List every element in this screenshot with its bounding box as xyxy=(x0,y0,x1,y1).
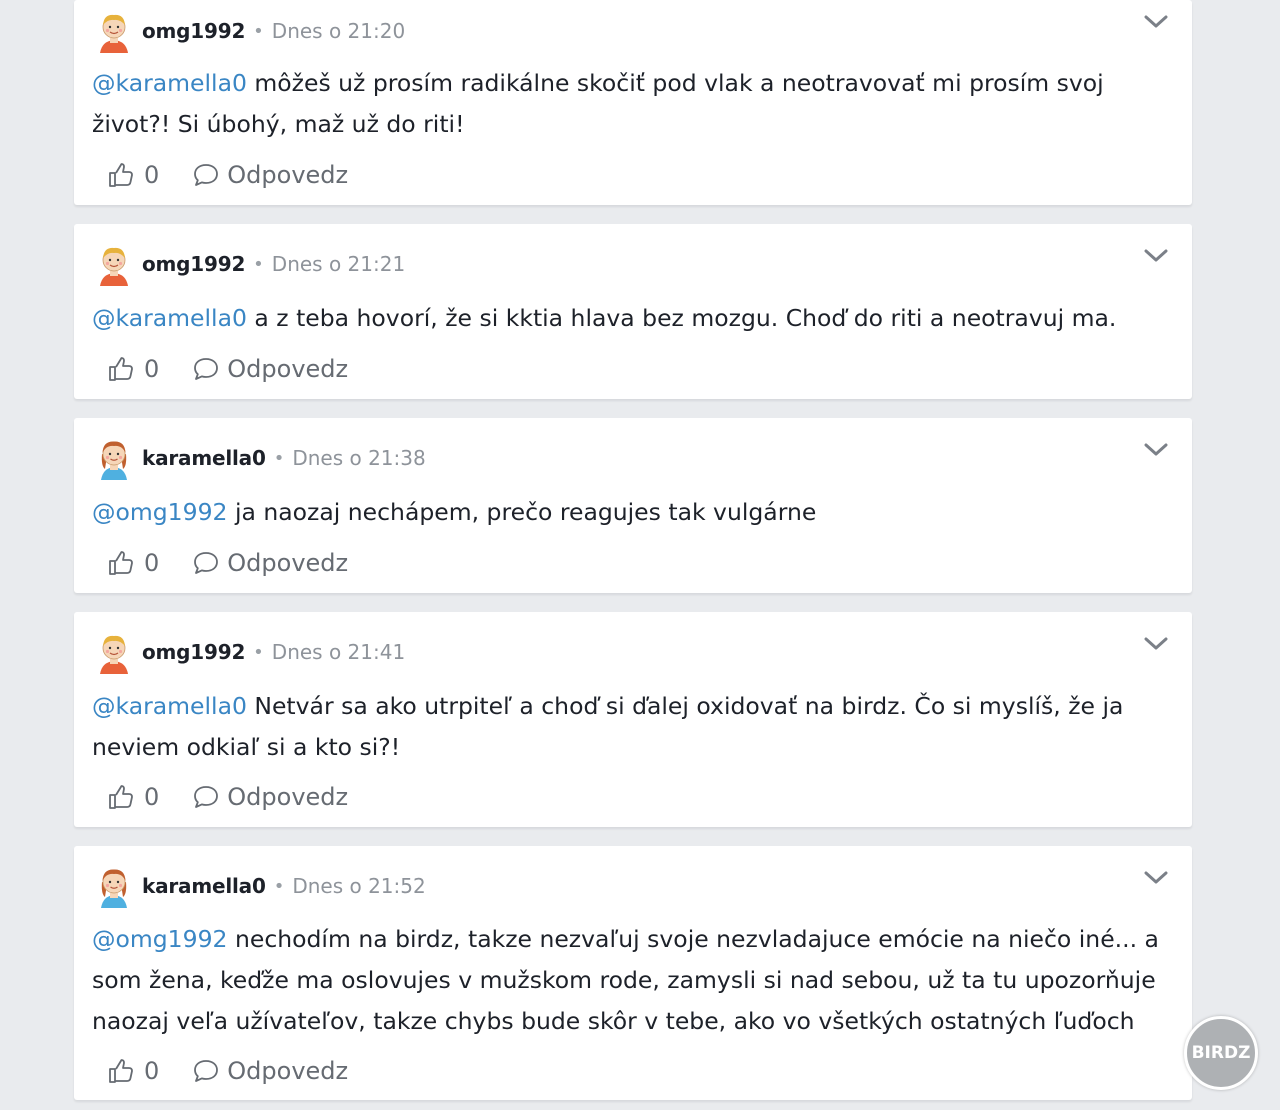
mention-link[interactable]: @karamella0 xyxy=(92,304,247,332)
reply-button[interactable]: Odpovedz xyxy=(193,1057,348,1085)
meta-separator: • xyxy=(253,20,264,42)
chevron-down-icon[interactable] xyxy=(1144,868,1168,888)
girl-avatar-icon[interactable] xyxy=(92,864,136,908)
comment-card: karamella0 • Dnes o 21:38 @omg1992 ja na… xyxy=(74,418,1192,593)
comment-actions: 0 Odpovedz xyxy=(108,779,348,815)
comment-text: @karamella0 a z teba hovorí, že si kktia… xyxy=(92,298,1174,339)
comment-header: omg1992 • Dnes o 21:20 xyxy=(92,9,405,53)
boy-avatar-icon[interactable] xyxy=(92,242,136,286)
comment-actions: 0 Odpovedz xyxy=(108,545,348,581)
comment-header: karamella0 • Dnes o 21:52 xyxy=(92,864,426,908)
speech-bubble-icon xyxy=(194,786,219,808)
reply-label: Odpovedz xyxy=(227,549,349,577)
girl-avatar-icon[interactable] xyxy=(92,436,136,480)
reply-label: Odpovedz xyxy=(227,783,349,811)
mention-link[interactable]: @karamella0 xyxy=(92,69,247,97)
comment-card: omg1992 • Dnes o 21:21 @karamella0 a z t… xyxy=(74,224,1192,399)
meta-separator: • xyxy=(273,447,285,469)
reply-label: Odpovedz xyxy=(227,1057,349,1085)
chevron-down-icon[interactable] xyxy=(1144,440,1168,460)
speech-bubble-icon xyxy=(194,164,219,186)
comment-text-content: a z teba hovorí, že si kktia hlava bez m… xyxy=(246,304,1117,332)
mention-link[interactable]: @karamella0 xyxy=(92,692,247,720)
comment-text: @omg1992 ja naozaj nechápem, prečo reagu… xyxy=(92,492,1174,533)
like-button[interactable]: 0 xyxy=(108,1057,159,1085)
thumbs-up-icon xyxy=(109,1059,133,1083)
comment-actions: 0 Odpovedz xyxy=(108,351,348,387)
reply-button[interactable]: Odpovedz xyxy=(193,161,348,189)
birdz-watermark-logo: BIRDZ xyxy=(1184,1016,1258,1090)
comment-text-content: ja naozaj nechápem, prečo reagujes tak v… xyxy=(227,498,817,526)
comment-card: omg1992 • Dnes o 21:41 @karamella0 Netvá… xyxy=(74,612,1192,827)
meta-separator: • xyxy=(253,253,264,275)
speech-bubble-icon xyxy=(194,552,219,574)
mention-link[interactable]: @omg1992 xyxy=(92,498,228,526)
mention-link[interactable]: @omg1992 xyxy=(92,925,228,953)
reply-button[interactable]: Odpovedz xyxy=(193,549,348,577)
comment-author[interactable]: omg1992 xyxy=(142,640,245,664)
comment-time[interactable]: Dnes o 21:20 xyxy=(272,19,405,43)
thumbs-up-icon xyxy=(109,163,133,187)
like-button[interactable]: 0 xyxy=(108,355,159,383)
comment-author[interactable]: omg1992 xyxy=(142,252,245,276)
comment-actions: 0 Odpovedz xyxy=(108,1053,348,1089)
comment-text-content: nechodím na birdz, takze nezvaľuj svoje … xyxy=(92,925,1159,1035)
chevron-down-icon[interactable] xyxy=(1144,12,1168,32)
comment-author[interactable]: karamella0 xyxy=(142,874,266,898)
comment-header: karamella0 • Dnes o 21:38 xyxy=(92,436,426,480)
like-button[interactable]: 0 xyxy=(108,161,159,189)
like-count: 0 xyxy=(144,355,160,383)
like-count: 0 xyxy=(144,783,160,811)
reply-label: Odpovedz xyxy=(227,161,349,189)
like-button[interactable]: 0 xyxy=(108,783,159,811)
reply-button[interactable]: Odpovedz xyxy=(193,355,348,383)
thumbs-up-icon xyxy=(109,785,133,809)
boy-avatar-icon[interactable] xyxy=(92,630,136,674)
thumbs-up-icon xyxy=(109,551,133,575)
meta-separator: • xyxy=(253,641,264,663)
comment-card: omg1992 • Dnes o 21:20 @karamella0 môžeš… xyxy=(74,0,1192,205)
comment-actions: 0 Odpovedz xyxy=(108,157,348,193)
speech-bubble-icon xyxy=(194,358,219,380)
like-count: 0 xyxy=(144,1057,160,1085)
chevron-down-icon[interactable] xyxy=(1144,246,1168,266)
comment-text: @karamella0 môžeš už prosím radikálne sk… xyxy=(92,63,1174,145)
speech-bubble-icon xyxy=(194,1060,219,1082)
comment-time[interactable]: Dnes o 21:21 xyxy=(272,252,405,276)
like-count: 0 xyxy=(144,549,160,577)
comment-time[interactable]: Dnes o 21:38 xyxy=(292,446,425,470)
like-button[interactable]: 0 xyxy=(108,549,159,577)
comment-text: @omg1992 nechodím na birdz, takze nezvaľ… xyxy=(92,919,1174,1042)
comment-card: karamella0 • Dnes o 21:52 @omg1992 necho… xyxy=(74,846,1192,1100)
like-count: 0 xyxy=(144,161,160,189)
meta-separator: • xyxy=(273,875,285,897)
comment-text-content: Netvár sa ako utrpiteľ a choď si ďalej o… xyxy=(92,692,1124,761)
thumbs-up-icon xyxy=(109,357,133,381)
comment-text: @karamella0 Netvár sa ako utrpiteľ a cho… xyxy=(92,686,1174,768)
watermark-text: BIRDZ xyxy=(1191,1043,1251,1063)
comment-author[interactable]: karamella0 xyxy=(142,446,266,470)
comment-time[interactable]: Dnes o 21:41 xyxy=(272,640,405,664)
reply-label: Odpovedz xyxy=(227,355,349,383)
comment-author[interactable]: omg1992 xyxy=(142,19,245,43)
reply-button[interactable]: Odpovedz xyxy=(193,783,348,811)
chevron-down-icon[interactable] xyxy=(1144,634,1168,654)
comment-header: omg1992 • Dnes o 21:41 xyxy=(92,630,405,674)
comment-header: omg1992 • Dnes o 21:21 xyxy=(92,242,405,286)
boy-avatar-icon[interactable] xyxy=(92,9,136,53)
comment-time[interactable]: Dnes o 21:52 xyxy=(292,874,425,898)
